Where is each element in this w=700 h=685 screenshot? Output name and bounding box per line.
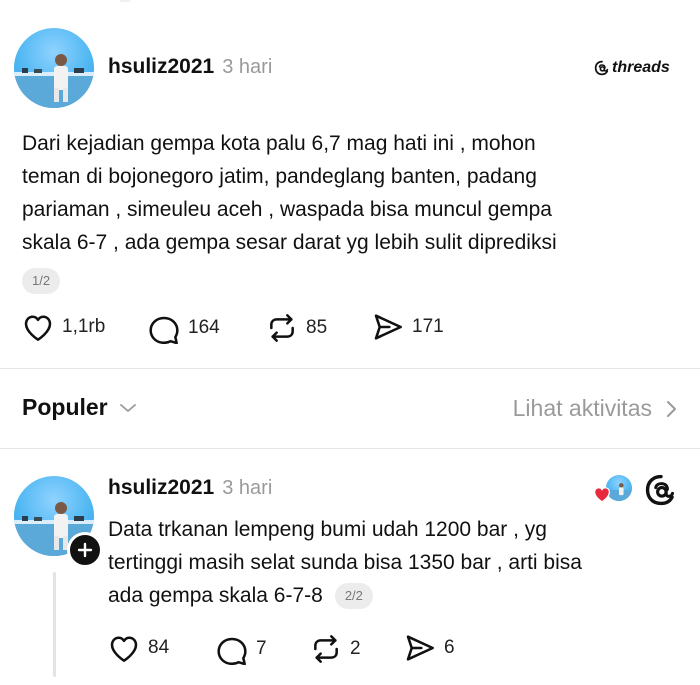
comment-icon	[217, 637, 247, 665]
threads-logo-icon	[645, 474, 675, 506]
page-indicator: 1/2	[22, 268, 61, 294]
like-count: 84	[148, 637, 170, 658]
plus-icon	[77, 542, 93, 558]
repost-icon	[270, 314, 294, 342]
repost-button[interactable]: 2	[310, 633, 361, 665]
username[interactable]: hsuliz2021	[108, 55, 214, 78]
chevron-right-icon	[667, 400, 676, 417]
page-badge: 1/2	[22, 268, 61, 294]
post-text-line: tertinggi masih selat sunda bisa 1350 ba…	[108, 551, 582, 574]
threads-app-button[interactable]	[644, 473, 678, 512]
repost-count: 85	[306, 317, 328, 338]
chevron-down-icon	[119, 403, 136, 412]
sort-dropdown[interactable]: Populer	[22, 394, 138, 421]
reply-button[interactable]: 7	[216, 633, 267, 665]
share-icon	[374, 314, 402, 340]
thread-line	[53, 572, 56, 677]
author-liked-indicator	[590, 475, 634, 505]
post-header: hsuliz2021 3 hari	[108, 55, 272, 79]
follow-button[interactable]	[67, 532, 103, 568]
timestamp: 3 hari	[222, 477, 273, 499]
reply-button[interactable]: 164	[148, 312, 220, 344]
threads-wordmark: threads	[612, 59, 670, 76]
share-count: 6	[444, 637, 455, 658]
threads-brand: threads	[594, 59, 670, 77]
like-count: 1,1rb	[62, 316, 106, 337]
username[interactable]: hsuliz2021	[108, 476, 214, 499]
post-text-line: skala 6-7 , ada gempa sesar darat yg leb…	[22, 231, 557, 254]
repost-count: 2	[350, 638, 361, 659]
heart-icon	[110, 636, 138, 662]
threads-logo-icon	[594, 60, 609, 76]
share-button[interactable]: 171	[372, 312, 444, 342]
post-header: hsuliz2021 3 hari	[108, 476, 272, 500]
top-edge	[120, 0, 130, 2]
share-icon	[406, 635, 434, 661]
post-body: Dari kejadian gempa kota palu 6,7 mag ha…	[22, 127, 692, 259]
comment-icon	[149, 316, 179, 344]
post-text-line: pariaman , simeuleu aceh , waspada bisa …	[22, 198, 552, 221]
reply-count: 164	[188, 317, 220, 338]
heart-icon	[24, 315, 52, 341]
reply-count: 7	[256, 638, 267, 659]
post-body: Data trkanan lempeng bumi udah 1200 bar …	[108, 513, 688, 612]
sort-label: Populer	[22, 394, 108, 420]
heart-icon	[594, 487, 610, 503]
share-count: 171	[412, 316, 444, 337]
like-button[interactable]: 84	[108, 633, 169, 663]
post-text-line: Dari kejadian gempa kota palu 6,7 mag ha…	[22, 132, 536, 155]
post-text-line: ada gempa skala 6-7-8 2/2	[108, 579, 688, 612]
share-button[interactable]: 6	[404, 633, 455, 663]
post-text-line-content: ada gempa skala 6-7-8	[108, 584, 323, 607]
repost-icon	[314, 635, 338, 663]
page-badge: 2/2	[334, 582, 373, 609]
post-text-line: Data trkanan lempeng bumi udah 1200 bar …	[108, 518, 547, 541]
activity-link[interactable]: Lihat aktivitas	[513, 395, 678, 422]
avatar-photo	[14, 54, 94, 108]
activity-link-label: Lihat aktivitas	[512, 395, 652, 421]
divider	[0, 448, 700, 449]
avatar[interactable]	[14, 28, 94, 108]
divider	[0, 368, 700, 369]
repost-button[interactable]: 85	[266, 312, 327, 344]
timestamp: 3 hari	[222, 56, 273, 78]
like-button[interactable]: 1,1rb	[22, 312, 105, 342]
post-text-line: teman di bojonegoro jatim, pandeglang ba…	[22, 165, 537, 188]
